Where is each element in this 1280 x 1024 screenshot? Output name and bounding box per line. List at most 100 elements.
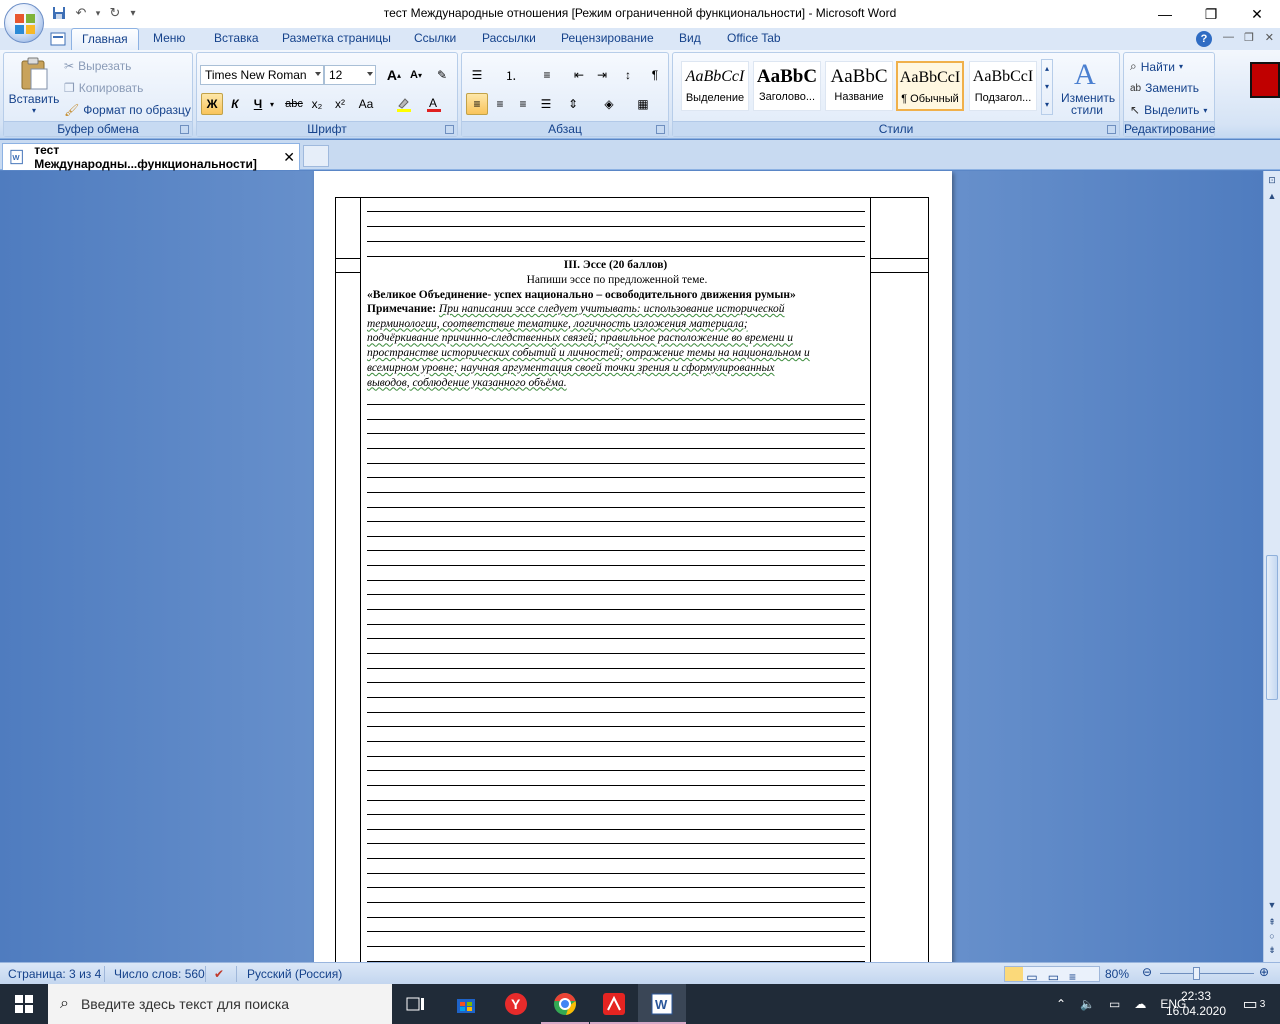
increase-indent-button[interactable]: ⇥	[591, 64, 613, 86]
paste-dropdown-icon[interactable]: ▾	[8, 106, 60, 115]
tab-office-tab[interactable]: Office Tab	[727, 31, 781, 45]
tab-home[interactable]: Главная	[71, 28, 139, 51]
volume-icon[interactable]: 🔈	[1080, 997, 1095, 1011]
font-family-combo[interactable]: Times New Roman	[200, 65, 324, 85]
action-center-icon[interactable]: ▭ 3	[1234, 984, 1274, 1024]
zoom-in-icon[interactable]: ⊕	[1259, 965, 1269, 979]
strikethrough-button[interactable]: abc	[283, 93, 305, 115]
start-button[interactable]	[0, 984, 48, 1024]
store-icon[interactable]	[442, 984, 490, 1024]
styles-launcher-icon[interactable]	[1107, 125, 1116, 134]
style-heading[interactable]: AaBbC Заголово...	[753, 61, 821, 111]
clear-formatting-button[interactable]: ✎	[431, 64, 453, 86]
line-spacing-button[interactable]: ⇕	[562, 93, 584, 115]
font-size-combo[interactable]: 12	[324, 65, 376, 85]
align-left-button[interactable]: ≡	[466, 93, 488, 115]
restore-icon[interactable]: ❐	[1188, 0, 1234, 28]
chrome-icon[interactable]	[541, 984, 589, 1024]
highlight-button[interactable]	[393, 93, 415, 115]
change-case-button[interactable]: Aa	[355, 93, 377, 115]
yandex-browser-icon[interactable]: Y	[492, 984, 540, 1024]
numbering-button[interactable]: ⒈	[500, 64, 522, 86]
zoom-out-icon[interactable]: ⊖	[1142, 965, 1152, 979]
office-button[interactable]	[4, 3, 44, 43]
align-right-button[interactable]: ≡	[512, 93, 534, 115]
style-subtitle[interactable]: AaBbCcI Подзагол...	[969, 61, 1037, 111]
styles-scroll[interactable]: ▴ ▾ ▾	[1041, 59, 1053, 115]
close-icon[interactable]: ✕	[1234, 0, 1280, 28]
clipboard-launcher-icon[interactable]	[180, 125, 189, 134]
scroll-up-icon[interactable]: ▲	[1265, 189, 1279, 203]
word-taskbar-icon[interactable]: W	[638, 984, 686, 1024]
office-tab-icon[interactable]	[50, 31, 66, 47]
word-count[interactable]: Число слов: 560	[114, 967, 205, 981]
tab-mailings[interactable]: Рассылки	[482, 31, 536, 45]
zoom-slider-thumb[interactable]	[1193, 967, 1200, 980]
print-layout-icon[interactable]	[1005, 967, 1023, 981]
zoom-level[interactable]: 80%	[1105, 967, 1129, 981]
previous-page-icon[interactable]: ⇞	[1265, 915, 1279, 929]
next-page-icon[interactable]: ⇟	[1265, 943, 1279, 957]
new-tab-icon[interactable]	[303, 145, 329, 167]
italic-button[interactable]: К	[224, 93, 246, 115]
taskbar-search[interactable]: ⌕ Введите здесь текст для поиска	[48, 984, 392, 1024]
tab-references[interactable]: Ссылки	[414, 31, 456, 45]
font-family-dropdown-icon[interactable]	[315, 72, 321, 76]
shrink-font-button[interactable]: A ▾	[405, 64, 427, 86]
borders-button[interactable]: ▦	[632, 93, 654, 115]
justify-button[interactable]: ☰	[535, 93, 557, 115]
multilevel-list-button[interactable]: ≡	[536, 64, 558, 86]
addin-badge-icon[interactable]	[1250, 62, 1280, 98]
outline-icon[interactable]: ≡	[1069, 970, 1087, 984]
style-emphasis[interactable]: AaBbCcI Выделение	[681, 61, 749, 111]
close-tab-icon[interactable]: ✕	[283, 149, 295, 166]
help-icon[interactable]: ?	[1196, 31, 1212, 47]
tab-page-layout[interactable]: Разметка страницы	[282, 31, 391, 45]
copy-button[interactable]: ❐ Копировать	[64, 81, 143, 95]
grow-font-button[interactable]: A ▴	[383, 64, 405, 86]
align-center-button[interactable]: ≡	[489, 93, 511, 115]
replace-button[interactable]: ab Заменить	[1130, 81, 1199, 95]
page-count[interactable]: Страница: 3 из 4	[8, 967, 101, 981]
sort-button[interactable]: ↕	[617, 64, 639, 86]
clock[interactable]: 22:33 16.04.2020	[1166, 984, 1226, 1024]
show-hidden-icons-icon[interactable]: ⌃	[1056, 997, 1066, 1011]
underline-button[interactable]: Ч	[247, 93, 269, 115]
decrease-indent-button[interactable]: ⇤	[568, 64, 590, 86]
browse-object-icon[interactable]: ○	[1265, 929, 1279, 943]
font-launcher-icon[interactable]	[445, 125, 454, 134]
document-page[interactable]: III. Эссе (20 баллов) Напиши эссе по пре…	[314, 171, 952, 962]
scrollbar-thumb[interactable]	[1266, 555, 1278, 700]
ribbon-restore-icon[interactable]: ❐	[1244, 31, 1254, 44]
tab-insert[interactable]: Вставка	[214, 31, 259, 45]
shading-button[interactable]: ◈	[598, 93, 620, 115]
tab-review[interactable]: Рецензирование	[561, 31, 654, 45]
find-button[interactable]: ⌕ Найти ▾	[1130, 59, 1183, 74]
task-view-icon[interactable]	[392, 984, 440, 1024]
font-color-button[interactable]: A	[423, 93, 445, 115]
proofing-icon[interactable]: ✔	[214, 967, 224, 981]
paragraph-launcher-icon[interactable]	[656, 125, 665, 134]
superscript-button[interactable]: x²	[329, 93, 351, 115]
tab-view[interactable]: Вид	[679, 31, 701, 45]
style-title[interactable]: AaBbC Название	[825, 61, 893, 111]
style-normal[interactable]: AaBbCcI ¶ Обычный	[896, 61, 964, 111]
vertical-scrollbar[interactable]: ⊡ ▲ ▼ ⇞ ○ ⇟	[1263, 171, 1280, 962]
bullets-button[interactable]: ☰	[466, 64, 488, 86]
ribbon-minimize-icon[interactable]: —	[1223, 31, 1234, 43]
font-size-dropdown-icon[interactable]	[367, 72, 373, 76]
subscript-button[interactable]: x₂	[306, 93, 328, 115]
minimize-icon[interactable]: —	[1142, 0, 1188, 28]
zoom-slider[interactable]	[1160, 973, 1254, 974]
acrobat-icon[interactable]	[590, 984, 638, 1024]
change-styles-button[interactable]: A Изменить стили	[1061, 57, 1115, 116]
tab-menu[interactable]: Меню	[153, 31, 185, 45]
language-indicator[interactable]: Русский (Россия)	[247, 967, 342, 981]
bold-button[interactable]: Ж	[201, 93, 223, 115]
onedrive-icon[interactable]: ☁	[1134, 997, 1146, 1011]
underline-dropdown-icon[interactable]: ▾	[267, 93, 277, 115]
web-layout-icon[interactable]: ▭	[1048, 970, 1066, 984]
show-marks-button[interactable]: ¶	[644, 64, 666, 86]
network-icon[interactable]: ▭	[1109, 997, 1120, 1011]
ribbon-close-icon[interactable]: ✕	[1265, 31, 1274, 44]
